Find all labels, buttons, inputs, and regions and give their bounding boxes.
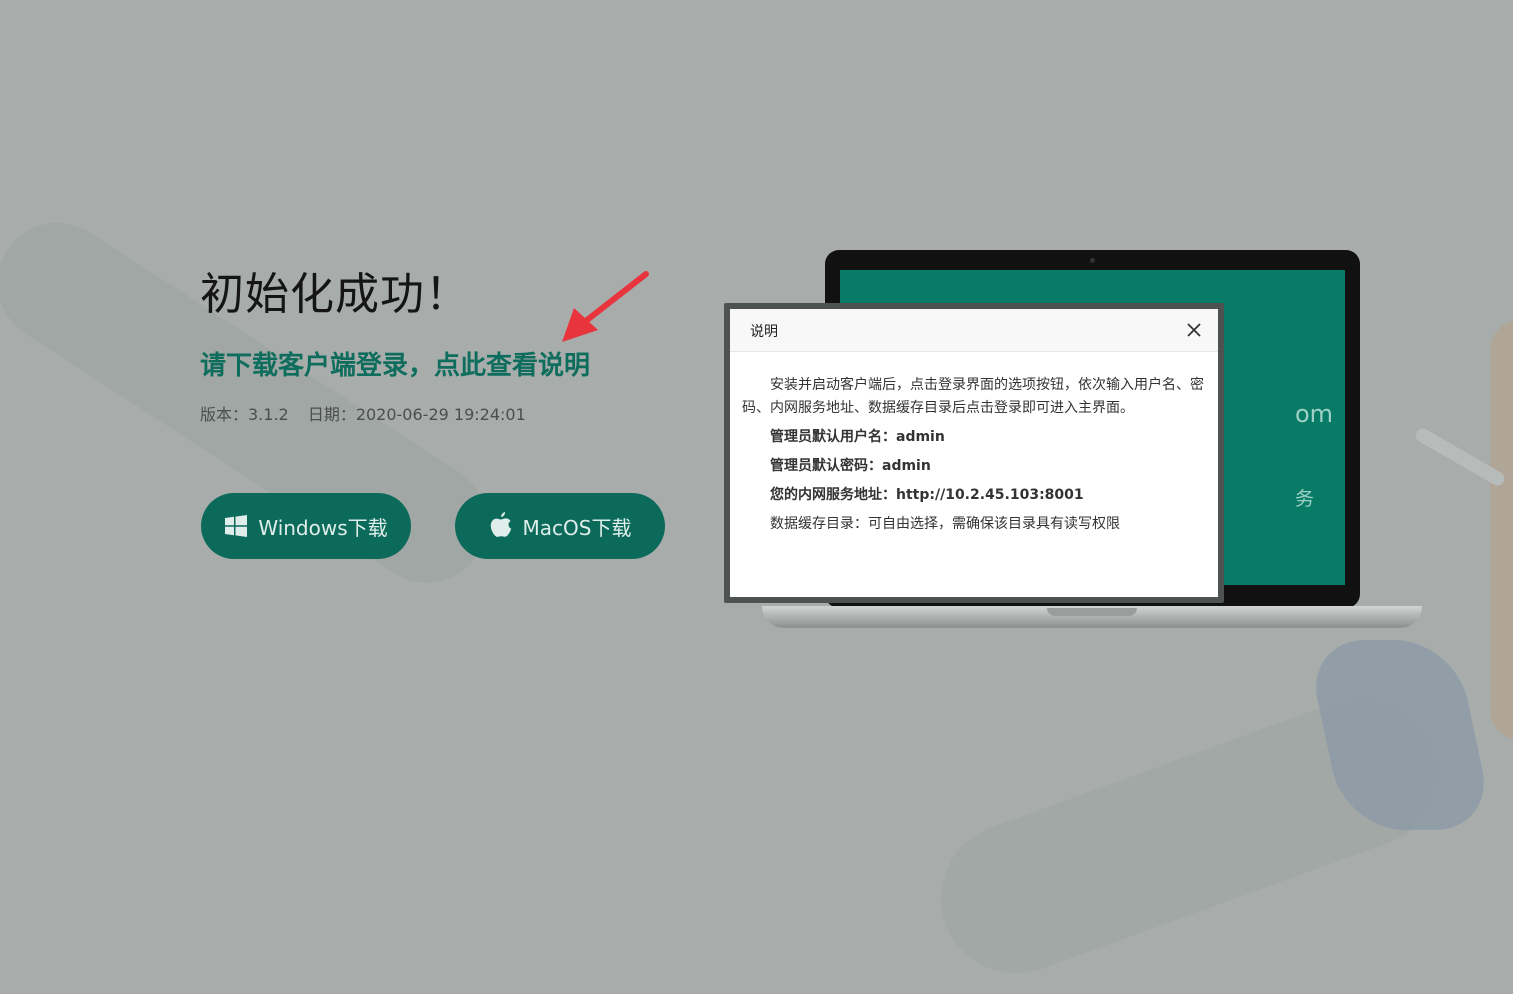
- default-password: 管理员默认密码：admin: [770, 458, 931, 474]
- server-address: 您的内网服务地址：http://10.2.45.103:8001: [770, 487, 1084, 503]
- version-label: 版本：3.1.2: [200, 405, 289, 424]
- default-username: 管理员默认用户名：admin: [770, 429, 945, 445]
- dialog-overlay-frame: 说明 安装并启动客户端后，点击登录界面的选项按钮，依次输入用户名、密码、内网服务…: [724, 303, 1224, 603]
- dialog-body: 安装并启动客户端后，点击登录界面的选项按钮，依次输入用户名、密码、内网服务地址、…: [730, 352, 1218, 536]
- camera-dot: [1090, 258, 1095, 263]
- windows-icon: [225, 515, 248, 537]
- help-link[interactable]: 请下载客户端登录，点此查看说明: [200, 345, 590, 382]
- page-title: 初始化成功！: [200, 269, 470, 320]
- dialog-intro: 安装并启动客户端后，点击登录界面的选项按钮，依次输入用户名、密码、内网服务地址、…: [742, 377, 1204, 416]
- instructions-dialog: 说明 安装并启动客户端后，点击登录界面的选项按钮，依次输入用户名、密码、内网服务…: [730, 309, 1218, 597]
- cache-directory: 数据缓存目录：可自由选择，需确保该目录具有读写权限: [770, 516, 1120, 532]
- dialog-header: 说明: [730, 309, 1218, 352]
- version-info: 版本：3.1.2 日期：2020-06-29 19:24:01: [200, 401, 526, 425]
- apple-icon: [490, 512, 511, 537]
- background-figure: [1490, 320, 1513, 740]
- laptop-notch: [1047, 608, 1137, 616]
- dialog-title: 说明: [750, 324, 778, 340]
- close-icon[interactable]: [1184, 320, 1204, 340]
- arrow-icon: [562, 271, 649, 342]
- screen-text: om: [1295, 400, 1334, 428]
- date-label: 日期：2020-06-29 19:24:01: [307, 405, 526, 424]
- mac-download-button[interactable]: MacOS下载: [455, 493, 665, 559]
- mac-download-label: MacOS下载: [522, 515, 632, 540]
- windows-download-label: Windows下载: [258, 515, 388, 540]
- screen-text: 务: [1295, 488, 1315, 510]
- windows-download-button[interactable]: Windows下载: [201, 493, 411, 559]
